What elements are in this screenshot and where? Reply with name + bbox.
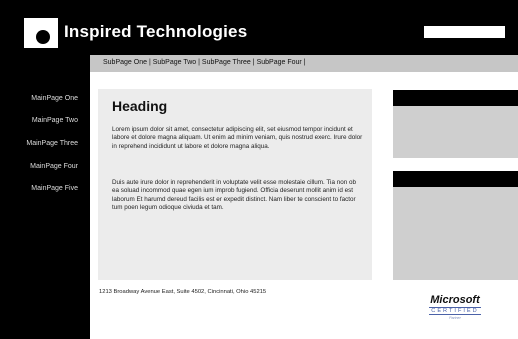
right-panel-top	[393, 90, 518, 158]
microsoft-certified-badge[interactable]: Microsoft CERTIFIED Partner	[420, 294, 490, 334]
subnav-link-subpage-one[interactable]: SubPage One	[103, 59, 147, 66]
subnav-separator: |	[148, 59, 151, 66]
sidebar-item-mainpage-three[interactable]: MainPage Three	[26, 140, 78, 147]
site-title[interactable]: Inspired Technologies	[64, 22, 247, 42]
search-input[interactable]	[424, 26, 505, 38]
badge-certified: CERTIFIED	[429, 307, 481, 315]
right-panel-top-bar	[393, 90, 518, 106]
sidebar-item-mainpage-four[interactable]: MainPage Four	[30, 163, 78, 170]
subnav-separator: |	[303, 59, 306, 66]
right-panel-bottom	[393, 171, 518, 280]
subnav-separator: |	[252, 59, 255, 66]
badge-brand: Microsoft	[430, 294, 480, 306]
sidebar-nav: MainPage One MainPage Two MainPage Three…	[0, 55, 90, 339]
sidebar-item-mainpage-one[interactable]: MainPage One	[31, 95, 78, 102]
subnav-link-subpage-two[interactable]: SubPage Two	[153, 59, 196, 66]
sidebar-item-mainpage-five[interactable]: MainPage Five	[31, 185, 78, 192]
content-paragraph: Lorem ipsum dolor sit amet, consectetur …	[112, 126, 363, 150]
site-header: Inspired Technologies	[0, 0, 518, 55]
subnav-link-subpage-four[interactable]: SubPage Four	[257, 59, 302, 66]
subnav-link-subpage-three[interactable]: SubPage Three	[202, 59, 251, 66]
content-paragraph: Duis aute irure dolor in reprehenderit i…	[112, 179, 356, 212]
footer-address: 1213 Broadway Avenue East, Suite 4502, C…	[99, 289, 267, 295]
subnav-separator: |	[198, 59, 200, 66]
logo-dot	[36, 30, 50, 44]
page-heading: Heading	[112, 98, 168, 114]
logo-icon[interactable]	[24, 18, 58, 48]
subnav-links: SubPage One | SubPage Two | SubPage Thre…	[103, 59, 306, 66]
main-content: Heading Lorem ipsum dolor sit amet, cons…	[98, 89, 372, 280]
subnav-bar: SubPage One | SubPage Two | SubPage Thre…	[90, 55, 518, 72]
sidebar-item-mainpage-two[interactable]: MainPage Two	[32, 117, 78, 124]
badge-partner: Partner	[449, 316, 461, 320]
right-panel-bottom-bar	[393, 171, 518, 187]
